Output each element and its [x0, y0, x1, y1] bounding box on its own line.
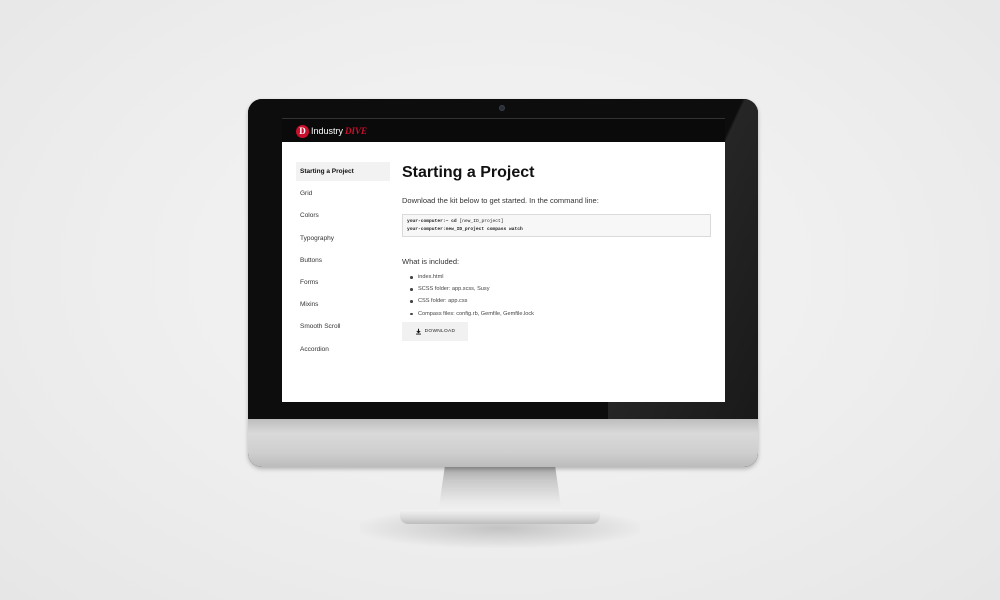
- download-button[interactable]: DOWNLOAD: [402, 321, 468, 341]
- sidebar-item-buttons[interactable]: Buttons: [296, 251, 390, 270]
- logo-text-industry: Industry: [311, 126, 344, 136]
- monitor-stand-base: [400, 510, 600, 524]
- sidebar-item-grid[interactable]: Grid: [296, 184, 390, 203]
- code-command: compass watch: [486, 226, 523, 232]
- logo-text-dive: DIVE: [345, 126, 368, 136]
- included-heading: What is included:: [402, 257, 460, 266]
- list-item: Compass files: config.rb, Gemfile, Gemfi…: [410, 310, 712, 318]
- app-header: D Industry DIVE: [282, 118, 725, 142]
- included-list: index.html SCSS folder: app.scss, Susy C…: [402, 273, 712, 318]
- sidebar-item-colors[interactable]: Colors: [296, 206, 390, 225]
- intro-text: Download the kit below to get started. I…: [402, 196, 599, 205]
- code-block: your-computer:~ cd [new_ID_project] your…: [402, 214, 711, 237]
- screen: D Industry DIVE Starting a Project Grid …: [282, 118, 725, 402]
- camera-icon: [499, 105, 505, 111]
- sidebar-item-forms[interactable]: Forms: [296, 273, 390, 292]
- code-line: your-computer:new_ID_project compass wat…: [407, 226, 706, 234]
- download-icon: [415, 328, 421, 335]
- code-prompt: your-computer:new_ID_project: [407, 226, 485, 232]
- code-argument: [new_ID_project]: [459, 219, 504, 224]
- brand-logo[interactable]: D Industry DIVE: [296, 124, 367, 138]
- list-item: index.html: [410, 273, 712, 281]
- monitor-stand-neck: [438, 462, 562, 514]
- sidebar-nav: Starting a Project Grid Colors Typograph…: [296, 162, 390, 362]
- sidebar-item-starting-a-project[interactable]: Starting a Project: [296, 162, 390, 181]
- list-item: SCSS folder: app.scss, Susy: [410, 285, 712, 293]
- sidebar-item-typography[interactable]: Typography: [296, 229, 390, 248]
- monitor-chin: [248, 419, 758, 467]
- code-prompt: your-computer:~: [407, 219, 449, 224]
- sidebar-item-smooth-scroll[interactable]: Smooth Scroll: [296, 317, 390, 336]
- sidebar-item-mixins[interactable]: Mixins: [296, 295, 390, 314]
- list-item: CSS folder: app.css: [410, 297, 712, 305]
- sidebar-item-accordion[interactable]: Accordion: [296, 340, 390, 359]
- main-content: Starting a Project Download the kit belo…: [402, 162, 712, 341]
- logo-mark-icon: D: [296, 124, 309, 138]
- code-command: cd: [451, 219, 457, 224]
- download-button-label: DOWNLOAD: [424, 328, 456, 334]
- code-line: your-computer:~ cd [new_ID_project]: [407, 218, 706, 226]
- page-title: Starting a Project: [402, 164, 535, 181]
